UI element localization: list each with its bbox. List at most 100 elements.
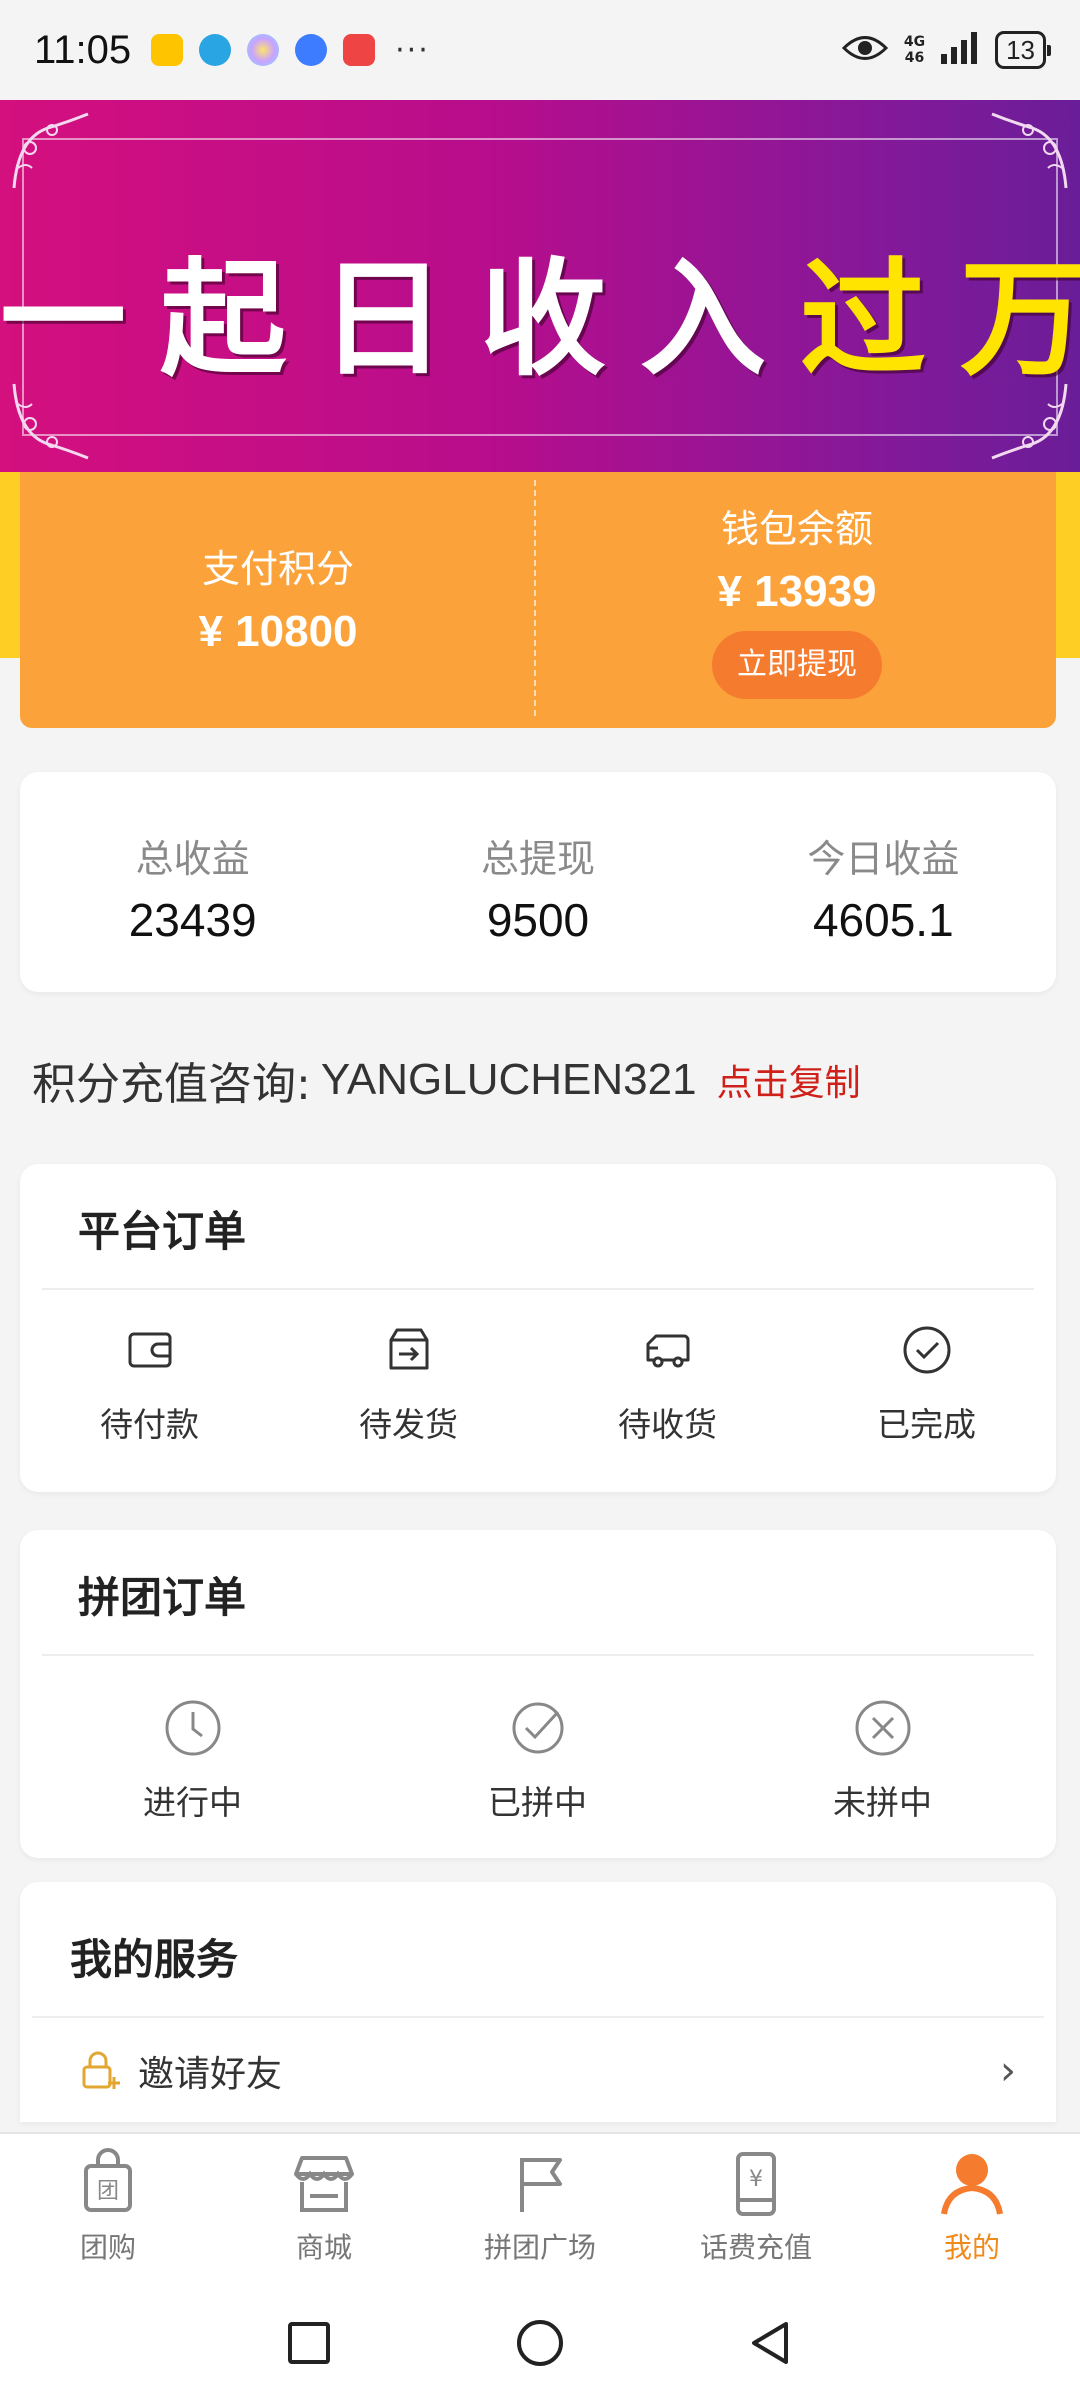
- check-circle-icon: [897, 1320, 957, 1380]
- ship-box-icon: [379, 1320, 439, 1380]
- notes-icon: [343, 34, 376, 66]
- group-order-label: 进行中: [143, 1783, 242, 1822]
- wallet-icon: [120, 1320, 180, 1380]
- promo-banner[interactable]: 一起日收入过万: [0, 100, 1080, 472]
- balance-value: ¥ 13939: [717, 567, 877, 616]
- eye-icon: [841, 33, 888, 67]
- signal-icon: [941, 32, 979, 68]
- banner-text-highlight: 过万: [800, 245, 1080, 393]
- tab-label: 拼团广场: [483, 2231, 596, 2264]
- order-pending-shipment[interactable]: 待发货: [279, 1320, 538, 1446]
- status-time: 11:05: [34, 27, 132, 72]
- platform-orders-row: 待付款 待发货 待收货 已完成: [20, 1320, 1056, 1446]
- platform-orders-title: 平台订单: [78, 1207, 247, 1256]
- tab-group-plaza[interactable]: 拼团广场: [432, 2134, 648, 2284]
- stat-value: 23439: [128, 894, 257, 946]
- svg-text:团: 团: [97, 2179, 119, 2204]
- photos-icon: [247, 34, 280, 66]
- earnings-stats-card: 总收益 23439 总提现 9500 今日收益 4605.1: [20, 772, 1056, 992]
- consult-id: YANGLUCHEN321: [320, 1055, 697, 1104]
- group-orders-row: 进行中 已拼中 未拼中: [20, 1698, 1056, 1824]
- status-right: 4G 46 13: [841, 31, 1051, 69]
- tab-group-buy[interactable]: 团 团购: [0, 2134, 216, 2284]
- stat-value: 9500: [486, 894, 590, 946]
- platform-orders-card: 平台订单 待付款 待发货 待收货 已完成: [20, 1164, 1056, 1492]
- group-order-label: 已拼中: [488, 1783, 587, 1822]
- group-in-progress[interactable]: 进行中: [20, 1698, 365, 1824]
- home-icon[interactable]: [513, 2316, 567, 2370]
- wallet-divider: [534, 480, 536, 716]
- stat-label: 总提现: [480, 837, 595, 881]
- order-label: 待收货: [618, 1405, 717, 1444]
- order-label: 已完成: [877, 1405, 976, 1444]
- battery-indicator: 13: [995, 31, 1051, 69]
- group-buy-bag-icon: 团: [72, 2148, 144, 2220]
- system-nav-bar: [0, 2284, 1080, 2400]
- balance-label: 钱包余额: [720, 507, 873, 551]
- stat-value: 4605.1: [812, 894, 954, 946]
- order-label: 待发货: [359, 1405, 458, 1444]
- delivery-truck-icon: [638, 1320, 698, 1380]
- clock-icon: [163, 1698, 223, 1758]
- tab-label: 话费充值: [699, 2231, 812, 2264]
- wallet-card: 支付积分 ¥ 10800 钱包余额 ¥ 13939 立即提现: [20, 472, 1056, 728]
- telegram-icon: [199, 34, 232, 66]
- tab-mine[interactable]: 我的: [864, 2134, 1080, 2284]
- banner-headline: 一起日收入过万: [0, 218, 1080, 400]
- music-icon: [295, 34, 328, 66]
- copy-link[interactable]: 点击复制: [717, 1054, 861, 1106]
- recharge-consult-row: 积分充值咨询: YANGLUCHEN321 点击复制: [32, 1040, 861, 1120]
- stat-label: 今日收益: [807, 837, 960, 881]
- order-pending-payment[interactable]: 待付款: [20, 1320, 279, 1446]
- service-invite-friends[interactable]: 邀请好友 ›: [20, 2020, 1056, 2122]
- divider: [42, 1654, 1034, 1656]
- consult-label: 积分充值咨询:: [32, 1059, 311, 1110]
- network-type: 4G: [903, 34, 926, 50]
- services-title: 我的服务: [70, 1935, 239, 1984]
- points-section[interactable]: 支付积分 ¥ 10800: [20, 472, 536, 728]
- service-label: 邀请好友: [138, 2054, 283, 2095]
- points-value: ¥ 10800: [198, 607, 358, 656]
- order-pending-receipt[interactable]: 待收货: [538, 1320, 797, 1446]
- ornament-icon: [986, 108, 1072, 194]
- group-orders-card: 拼团订单 进行中 已拼中 未拼中: [20, 1530, 1056, 1858]
- app-a-icon: [151, 34, 184, 66]
- network-sub: 46: [904, 50, 925, 66]
- back-icon[interactable]: [744, 2316, 798, 2370]
- status-more-icon: ···: [395, 32, 430, 68]
- divider: [32, 2016, 1044, 2018]
- my-services-card: 我的服务 邀请好友 ›: [20, 1882, 1056, 2122]
- withdraw-button[interactable]: 立即提现: [712, 631, 882, 699]
- bottom-tab-bar: 团 团购 商城 拼团广场 ¥ 话费充值 我的: [0, 2132, 1080, 2284]
- group-failed[interactable]: 未拼中: [710, 1698, 1055, 1824]
- stat-label: 总收益: [135, 837, 250, 881]
- phone-recharge-icon: ¥: [720, 2148, 792, 2220]
- store-icon: [288, 2148, 360, 2220]
- svg-text:¥: ¥: [749, 2167, 763, 2192]
- tab-label: 我的: [943, 2231, 1000, 2264]
- recent-apps-icon[interactable]: [282, 2316, 336, 2370]
- group-order-label: 未拼中: [833, 1783, 932, 1822]
- tab-label: 团购: [79, 2231, 136, 2264]
- status-bar: 11:05 ··· 4G 46 13: [0, 0, 1080, 100]
- group-success[interactable]: 已拼中: [365, 1698, 710, 1824]
- points-label: 支付积分: [201, 547, 354, 591]
- stat-total-withdrawn: 总提现 9500: [365, 772, 710, 992]
- lock-plus-icon: [78, 2049, 122, 2093]
- balance-section: 钱包余额 ¥ 13939 立即提现: [538, 472, 1056, 728]
- ornament-icon: [8, 108, 94, 194]
- person-icon: [936, 2148, 1008, 2220]
- banner-text-main: 一起日收入: [0, 245, 800, 393]
- network-indicator: 4G 46: [904, 34, 925, 66]
- order-completed[interactable]: 已完成: [797, 1320, 1056, 1446]
- order-label: 待付款: [100, 1405, 199, 1444]
- check-circle-icon: [508, 1698, 568, 1758]
- stat-today-earnings: 今日收益 4605.1: [711, 772, 1056, 992]
- group-orders-title: 拼团订单: [78, 1573, 247, 1622]
- divider: [42, 1288, 1034, 1290]
- stat-total-earnings: 总收益 23439: [20, 772, 365, 992]
- tab-phone-recharge[interactable]: ¥ 话费充值: [648, 2134, 864, 2284]
- chevron-right-icon: ›: [1000, 2048, 1016, 2094]
- x-circle-icon: [853, 1698, 913, 1758]
- tab-mall[interactable]: 商城: [216, 2134, 432, 2284]
